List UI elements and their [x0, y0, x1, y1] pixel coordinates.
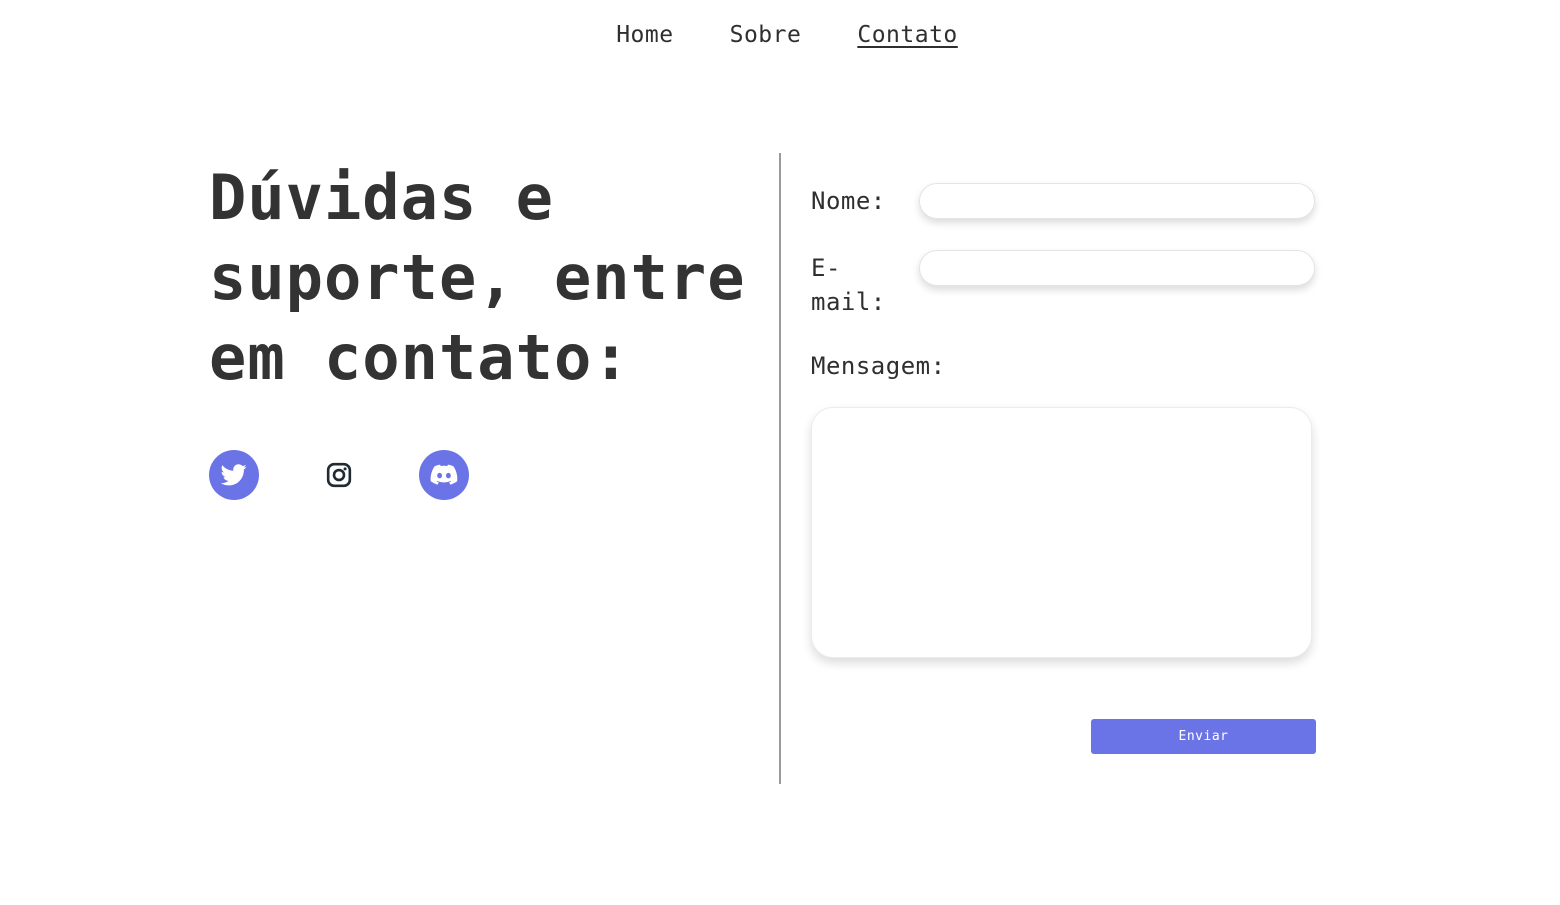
- twitter-icon: [221, 464, 247, 486]
- page-title: Dúvidas e suporte, entre em contato:: [209, 158, 749, 398]
- email-label-line-2: mail:: [811, 288, 886, 316]
- message-label: Mensagem:: [811, 352, 946, 380]
- page-title-line-2: suporte, entre: [209, 241, 746, 314]
- social-links: [209, 450, 469, 500]
- twitter-link[interactable]: [209, 450, 259, 500]
- nav-link-contato[interactable]: Contato: [857, 22, 957, 56]
- discord-icon: [430, 464, 458, 486]
- email-label-line-1: E-: [811, 254, 841, 282]
- name-field[interactable]: [919, 183, 1315, 219]
- email-field[interactable]: [919, 250, 1315, 286]
- discord-link[interactable]: [419, 450, 469, 500]
- message-textarea[interactable]: [811, 407, 1312, 658]
- contact-intro: Dúvidas e suporte, entre em contato:: [209, 158, 749, 500]
- vertical-divider: [779, 153, 781, 784]
- nav-link-home[interactable]: Home: [616, 22, 673, 56]
- instagram-link[interactable]: [314, 450, 364, 500]
- page-title-line-3: em contato:: [209, 321, 631, 394]
- submit-button[interactable]: Enviar: [1091, 719, 1316, 754]
- nav-link-sobre[interactable]: Sobre: [730, 22, 802, 56]
- instagram-icon: [326, 462, 352, 488]
- top-nav: Home Sobre Contato: [0, 22, 1560, 56]
- page-title-line-1: Dúvidas e: [209, 161, 554, 234]
- name-label: Nome:: [811, 187, 886, 215]
- email-label: E- mail:: [811, 251, 886, 319]
